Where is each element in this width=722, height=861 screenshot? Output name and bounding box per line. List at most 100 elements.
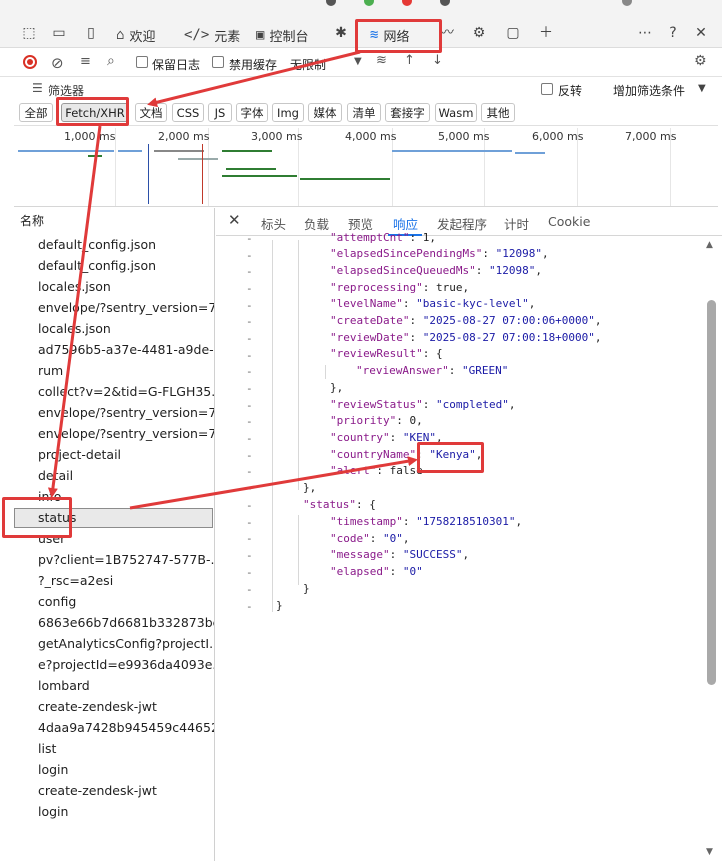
network-conditions-icon[interactable]: ≋	[376, 53, 387, 68]
request-row[interactable]: login	[38, 803, 214, 821]
filter-settings-icon[interactable]: ≡	[80, 54, 91, 69]
request-row[interactable]: locales.json	[38, 320, 214, 338]
bug-icon[interactable]: ✱	[332, 24, 350, 42]
help-icon[interactable]: ?	[664, 24, 682, 42]
gear-icon[interactable]: ⚙	[694, 53, 707, 69]
gutter-marker: -	[246, 282, 253, 295]
filter-chip-fetch-xhr[interactable]: Fetch/XHR	[61, 103, 129, 122]
timeline-bar	[515, 152, 545, 154]
preserve-log-checkbox[interactable]	[136, 56, 148, 68]
request-row[interactable]: envelope/?sentry_version=7...	[38, 404, 214, 422]
tab-network[interactable]: ≋ 网络	[370, 24, 409, 46]
json-line: "elapsed": "0"	[330, 565, 423, 578]
request-row[interactable]: locales.json	[38, 278, 214, 296]
name-column-header[interactable]: 名称	[20, 212, 44, 229]
chevron-down-icon[interactable]: ▼	[698, 83, 706, 94]
json-line: "reviewAnswer": "GREEN"	[356, 364, 509, 377]
request-row[interactable]: default_config.json	[38, 257, 214, 275]
scroll-up-icon[interactable]: ▲	[706, 240, 713, 250]
scrollbar-thumb[interactable]	[707, 300, 716, 685]
request-row[interactable]: project-detail	[38, 446, 214, 464]
json-line: "status": {	[303, 498, 376, 511]
filter-chip-doc[interactable]: 文档	[135, 103, 167, 122]
inspect-icon[interactable]: ⬚	[20, 24, 38, 42]
json-line: "reviewDate": "2025-08-27 07:00:18+0000"…	[330, 331, 602, 344]
json-line: "elapsedSinceQueuedMs": "12098",	[330, 264, 542, 277]
filter-input[interactable]: 筛选器	[48, 82, 84, 99]
home-icon: ⌂	[116, 27, 125, 43]
request-row[interactable]: list	[38, 740, 214, 758]
chevron-down-icon[interactable]: ▼	[354, 56, 362, 67]
tab-payload[interactable]: 负载	[304, 214, 329, 233]
json-line: "reviewResult": {	[330, 347, 443, 360]
filter-chip-media[interactable]: 媒体	[308, 103, 342, 122]
timeline-bar	[300, 178, 390, 180]
filter-chip-wasm[interactable]: Wasm	[435, 103, 477, 122]
request-row[interactable]: login	[38, 761, 214, 779]
indent-guide	[325, 365, 326, 379]
request-row[interactable]: pv?client=1B752747-577B-...	[38, 551, 214, 569]
tab-elements[interactable]: </> 元素	[184, 24, 240, 46]
request-row[interactable]: user	[38, 530, 214, 548]
avatar[interactable]	[622, 0, 632, 6]
indent-guide	[298, 515, 299, 585]
disable-cache-checkbox[interactable]	[212, 56, 224, 68]
tab-timing[interactable]: 计时	[504, 214, 529, 233]
tab-console[interactable]: ▣ 控制台	[256, 24, 308, 46]
request-row[interactable]: collect?v=2&tid=G-FLGH35...	[38, 383, 214, 401]
memory-icon[interactable]: ⚙	[470, 24, 488, 42]
request-row[interactable]: create-zendesk-jwt	[38, 782, 214, 800]
request-row[interactable]: rum	[38, 362, 214, 380]
application-icon[interactable]: ▢	[504, 24, 522, 42]
tab-headers[interactable]: 标头	[261, 214, 286, 233]
timeline-bar	[226, 168, 276, 170]
filter-chip-all[interactable]: 全部	[19, 103, 53, 122]
request-row[interactable]: ?_rsc=a2esi	[38, 572, 214, 590]
filter-chip-img[interactable]: Img	[272, 103, 304, 122]
request-row[interactable]: e?projectId=e9936da4093e...	[38, 656, 214, 674]
request-row[interactable]: detail	[38, 467, 214, 485]
download-icon[interactable]: ↓	[432, 53, 443, 68]
filter-chip-font[interactable]: 字体	[236, 103, 268, 122]
gutter-marker: -	[246, 249, 253, 262]
filter-chip-other[interactable]: 其他	[481, 103, 515, 122]
device-toolbar-icon[interactable]: ▭	[50, 24, 68, 42]
request-row[interactable]: envelope/?sentry_version=7...	[38, 299, 214, 317]
invert-checkbox[interactable]	[541, 83, 553, 95]
clear-icon[interactable]: ⊘	[51, 54, 64, 72]
search-icon[interactable]: ⌕	[107, 53, 115, 69]
request-row[interactable]: 4daa9a7428b945459c44652...	[38, 719, 214, 737]
close-detail-icon[interactable]: ✕	[228, 211, 241, 229]
sidebar-icon[interactable]: ▯	[82, 24, 100, 42]
filter-chip-manifest[interactable]: 清单	[347, 103, 381, 122]
tab-cookies[interactable]: Cookie	[548, 214, 590, 229]
request-row[interactable]: envelope/?sentry_version=7...	[38, 425, 214, 443]
timeline-tick: 2,000 ms	[158, 130, 210, 143]
request-row[interactable]: 6863e66b7d6681b332873bca	[38, 614, 214, 632]
request-row[interactable]: create-zendesk-jwt	[38, 698, 214, 716]
record-icon[interactable]	[23, 55, 37, 69]
throttle-select[interactable]: 无限制	[290, 56, 326, 73]
request-row[interactable]: default_config.json	[38, 236, 214, 254]
filter-chip-css[interactable]: CSS	[172, 103, 204, 122]
close-icon[interactable]: ✕	[692, 24, 710, 42]
tab-welcome[interactable]: ⌂ 欢迎	[116, 24, 155, 46]
json-line: "elapsedSincePendingMs": "12098",	[330, 247, 549, 260]
upload-icon[interactable]: ↑	[404, 53, 415, 68]
gutter-marker: -	[246, 600, 253, 613]
request-row[interactable]: getAnalyticsConfig?projectI...	[38, 635, 214, 653]
request-row[interactable]: lombard	[38, 677, 214, 695]
more-filters-button[interactable]: 增加筛选条件	[613, 82, 685, 99]
filter-chip-js[interactable]: JS	[208, 103, 232, 122]
request-row[interactable]: ad7596b5-a37e-4481-a9de-...	[38, 341, 214, 359]
scroll-down-icon[interactable]: ▼	[706, 847, 713, 857]
more-tabs-icon[interactable]: ＋	[537, 24, 555, 42]
performance-icon[interactable]: 〰	[438, 24, 456, 42]
more-options-icon[interactable]: ⋯	[636, 24, 654, 42]
request-row[interactable]: config	[38, 593, 214, 611]
filter-chip-socket[interactable]: 套接字	[385, 103, 430, 122]
request-row-status[interactable]: status	[38, 509, 214, 527]
tab-elements-label: 元素	[214, 29, 241, 45]
tab-initiator[interactable]: 发起程序	[437, 214, 487, 233]
request-row[interactable]: info	[38, 488, 214, 506]
